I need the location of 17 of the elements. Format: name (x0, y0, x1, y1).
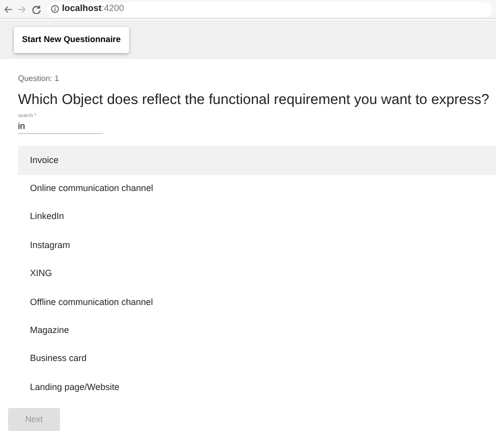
option-item[interactable]: Offline communication channel (18, 288, 496, 316)
option-item[interactable]: Invoice (18, 146, 496, 175)
option-item[interactable]: Business card (18, 344, 496, 374)
reload-icon[interactable] (32, 4, 41, 14)
option-item[interactable]: Online communication channel (18, 174, 496, 203)
option-item[interactable]: LinkedIn (18, 202, 496, 232)
option-item[interactable]: Magazine (18, 316, 496, 345)
address-bar[interactable]: localhost:4200 (47, 2, 492, 16)
start-new-questionnaire-button[interactable]: Start New Questionnaire (14, 26, 129, 52)
option-item[interactable]: Landing page/Website (18, 373, 496, 402)
info-icon[interactable] (51, 5, 59, 13)
search-field[interactable]: in (18, 121, 103, 134)
option-item[interactable]: Instagram (18, 231, 496, 260)
question-number: Question: 1 (18, 73, 59, 85)
option-item[interactable]: XING (18, 260, 496, 288)
question-title: Which Object does reflect the functional requirement you want to express? (18, 92, 490, 109)
back-icon[interactable] (4, 6, 12, 12)
